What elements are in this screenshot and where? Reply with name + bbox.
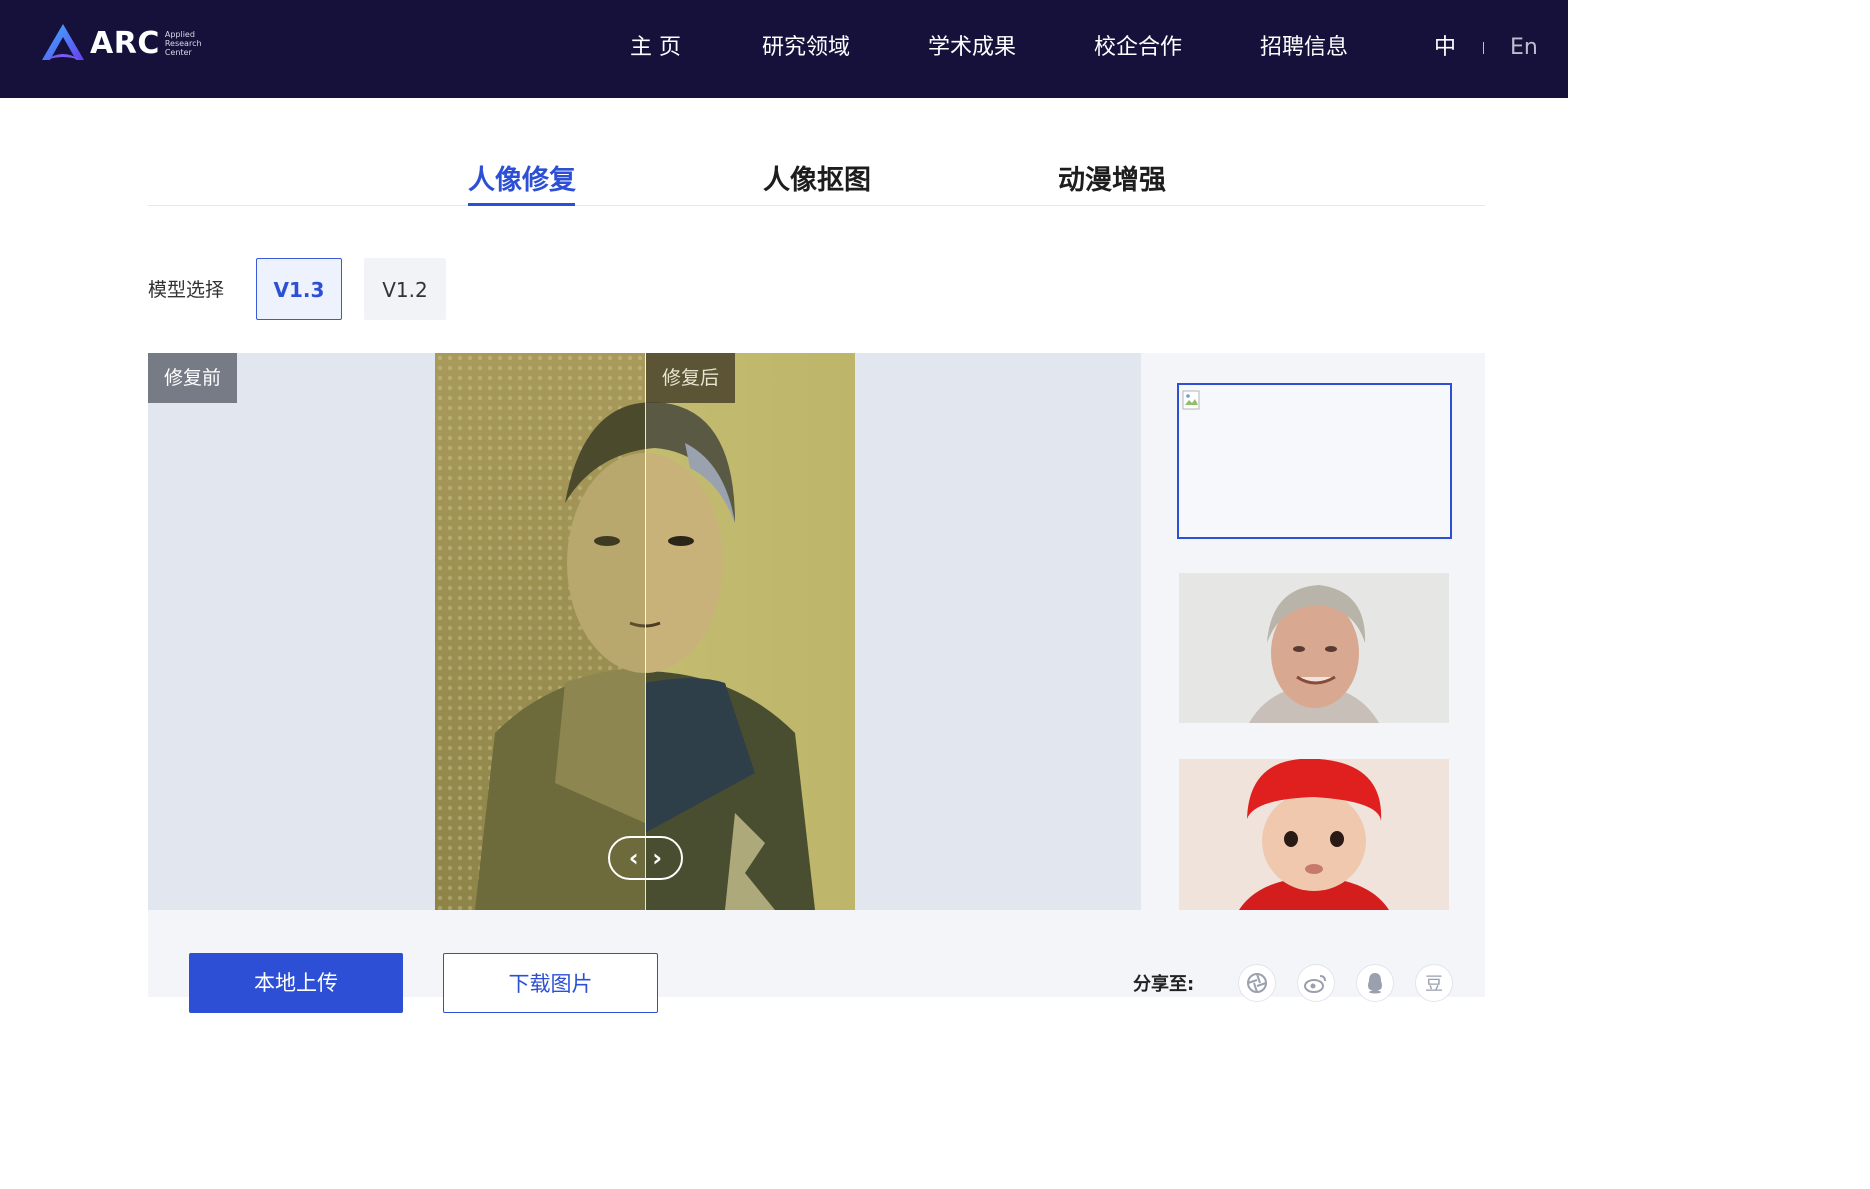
- tab-portrait-matting[interactable]: 人像抠图: [763, 160, 871, 202]
- sample-thumbnail-2[interactable]: [1179, 573, 1449, 723]
- sample-thumbnail-1[interactable]: [1177, 383, 1452, 539]
- after-label: 修复后: [646, 353, 736, 403]
- local-upload-button[interactable]: 本地上传: [189, 953, 403, 1013]
- aperture-glyph: [1247, 973, 1267, 993]
- broken-image-icon: [1182, 390, 1200, 410]
- download-image-button[interactable]: 下载图片: [443, 953, 658, 1013]
- compare-slider-handle[interactable]: ‹ ›: [608, 836, 683, 880]
- penguin-glyph: [1368, 973, 1382, 994]
- logo-sub-line: Center: [164, 47, 192, 57]
- before-after-compare[interactable]: 修复前 修复后 ‹ ›: [148, 353, 1141, 910]
- lang-zh-link[interactable]: 中: [1434, 32, 1456, 64]
- share-label: 分享至:: [1133, 974, 1195, 995]
- nav-publications[interactable]: 学术成果: [928, 32, 1016, 64]
- douban-glyph: 豆: [1425, 974, 1443, 995]
- feature-tabs: 人像修复 人像抠图 动漫增强: [148, 160, 1485, 206]
- compare-divider-line: [645, 353, 646, 910]
- logo-subtitle: Applied Research Center: [165, 30, 202, 57]
- chevron-right-icon: ›: [652, 844, 663, 872]
- baby-portrait-image: [1179, 759, 1449, 910]
- nav-home[interactable]: 主 页: [630, 32, 681, 64]
- douban-icon[interactable]: 豆: [1415, 964, 1453, 1002]
- lang-en-link[interactable]: En: [1510, 32, 1538, 64]
- wechat-moments-icon[interactable]: [1238, 964, 1276, 1002]
- model-v12-button[interactable]: V1.2: [364, 258, 446, 320]
- model-v13-button[interactable]: V1.3: [256, 258, 342, 320]
- nav-jobs[interactable]: 招聘信息: [1260, 32, 1348, 64]
- arc-logo-icon: [42, 24, 84, 60]
- logo-sub-line: Applied: [164, 29, 195, 39]
- weibo-icon[interactable]: [1297, 964, 1335, 1002]
- logo-sub-line: Research: [164, 38, 202, 48]
- active-tab-indicator: [468, 203, 575, 206]
- nav-cooperation[interactable]: 校企合作: [1094, 32, 1182, 64]
- lang-divider: [1483, 42, 1484, 54]
- model-select-label: 模型选择: [148, 279, 225, 301]
- sample-thumbnail-3[interactable]: [1179, 759, 1449, 910]
- top-header: ARC Applied Research Center 主 页 研究领域 学术成…: [0, 0, 1568, 98]
- logo-text: ARC: [90, 25, 160, 61]
- nav-research[interactable]: 研究领域: [762, 32, 850, 64]
- tab-anime-enhance[interactable]: 动漫增强: [1058, 160, 1166, 202]
- elderly-man-portrait-image: [1179, 573, 1449, 723]
- weibo-glyph: [1304, 975, 1326, 993]
- before-label: 修复前: [148, 353, 238, 403]
- chevron-left-icon: ‹: [628, 844, 639, 872]
- qq-icon[interactable]: [1356, 964, 1394, 1002]
- tab-portrait-restore[interactable]: 人像修复: [468, 160, 576, 202]
- arc-logo[interactable]: ARC Applied Research Center: [40, 22, 202, 64]
